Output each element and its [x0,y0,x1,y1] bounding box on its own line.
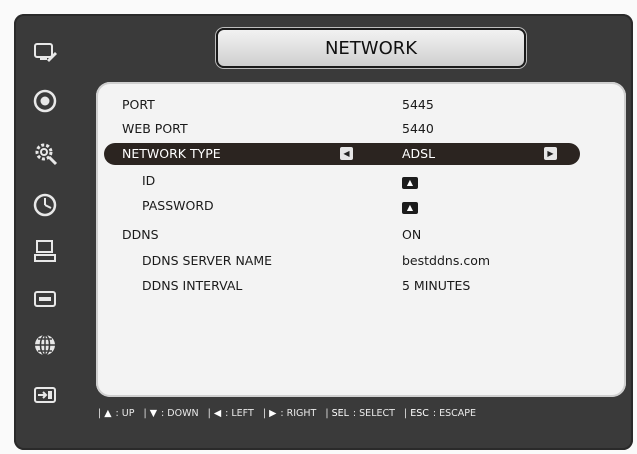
down-key: ▼ [149,408,158,419]
port-value[interactable]: 5445 [402,97,434,112]
port-label: PORT [122,97,155,112]
password-value-wrap: ▲ [402,198,418,214]
monitor-edit-icon[interactable] [30,38,60,68]
password-label: PASSWORD [142,198,214,213]
right-key: ▶ [269,408,277,419]
setting-row-ddns[interactable]: DDNS ON [96,224,626,246]
help-bar: | ▲: UP | ▼: DOWN | ◀: LEFT | ▶: RIGHT |… [98,408,628,428]
right-action: RIGHT [286,408,317,419]
record-disc-icon[interactable] [30,86,60,116]
web-port-label: WEB PORT [122,121,188,136]
setting-row-network-type[interactable]: NETWORK TYPE ◀ ADSL ▶ [104,143,580,165]
left-arrow-button[interactable]: ◀ [340,147,353,160]
ddns-label: DDNS [122,227,159,242]
computer-icon[interactable] [30,236,60,266]
web-port-value[interactable]: 5440 [402,121,434,136]
setting-row-id[interactable]: ID ▲ [96,170,626,192]
sidebar [20,30,72,403]
id-value-wrap: ▲ [402,173,418,189]
ddns-server-name-value[interactable]: bestddns.com [402,253,490,268]
globe-icon[interactable] [30,330,60,360]
select-action: SELECT [359,408,395,419]
keypad-icon[interactable]: ▲ [402,177,418,189]
help-escape: | ESC: ESCAPE [403,408,476,419]
setting-row-password[interactable]: PASSWORD ▲ [96,195,626,217]
setting-row-port[interactable]: PORT 5445 [96,94,626,116]
help-select: | SEL: SELECT [325,408,395,419]
gear-icon[interactable] [30,138,60,168]
ddns-server-name-label: DDNS SERVER NAME [142,253,273,268]
up-key: ▲ [104,408,112,419]
hdd-icon[interactable] [30,284,60,314]
esc-key: ESC [410,408,429,419]
down-action: DOWN [167,408,199,419]
up-action: UP [121,408,135,419]
dvr-screen: NETWORK PORT 5445 WEB PORT 5440 NETWORK … [0,0,637,454]
network-type-label: NETWORK TYPE [122,146,221,161]
escape-action: ESCAPE [439,408,476,419]
setting-row-ddns-interval[interactable]: DDNS INTERVAL 5 MINUTES [96,275,626,297]
exit-icon[interactable] [30,380,60,410]
setting-row-web-port[interactable]: WEB PORT 5440 [96,118,626,140]
left-action: LEFT [231,408,254,419]
help-up: | ▲: UP [98,408,135,419]
settings-panel: PORT 5445 WEB PORT 5440 NETWORK TYPE ◀ A… [96,82,626,397]
ddns-interval-label: DDNS INTERVAL [142,278,243,293]
id-label: ID [142,173,156,188]
help-right: | ▶: RIGHT [262,408,317,419]
ddns-value[interactable]: ON [402,227,421,242]
clock-icon[interactable] [30,190,60,220]
ddns-interval-value[interactable]: 5 MINUTES [402,278,470,293]
left-key: ◀ [213,408,222,419]
keypad-icon[interactable]: ▲ [402,202,418,214]
help-left: | ◀: LEFT [207,408,254,419]
page-title: NETWORK [216,28,526,68]
setting-row-ddns-server-name[interactable]: DDNS SERVER NAME bestddns.com [96,250,626,272]
network-type-value[interactable]: ADSL [402,146,435,161]
sel-key: SEL [331,408,349,419]
right-arrow-button[interactable]: ▶ [544,147,557,160]
help-down: | ▼: DOWN [143,408,199,419]
